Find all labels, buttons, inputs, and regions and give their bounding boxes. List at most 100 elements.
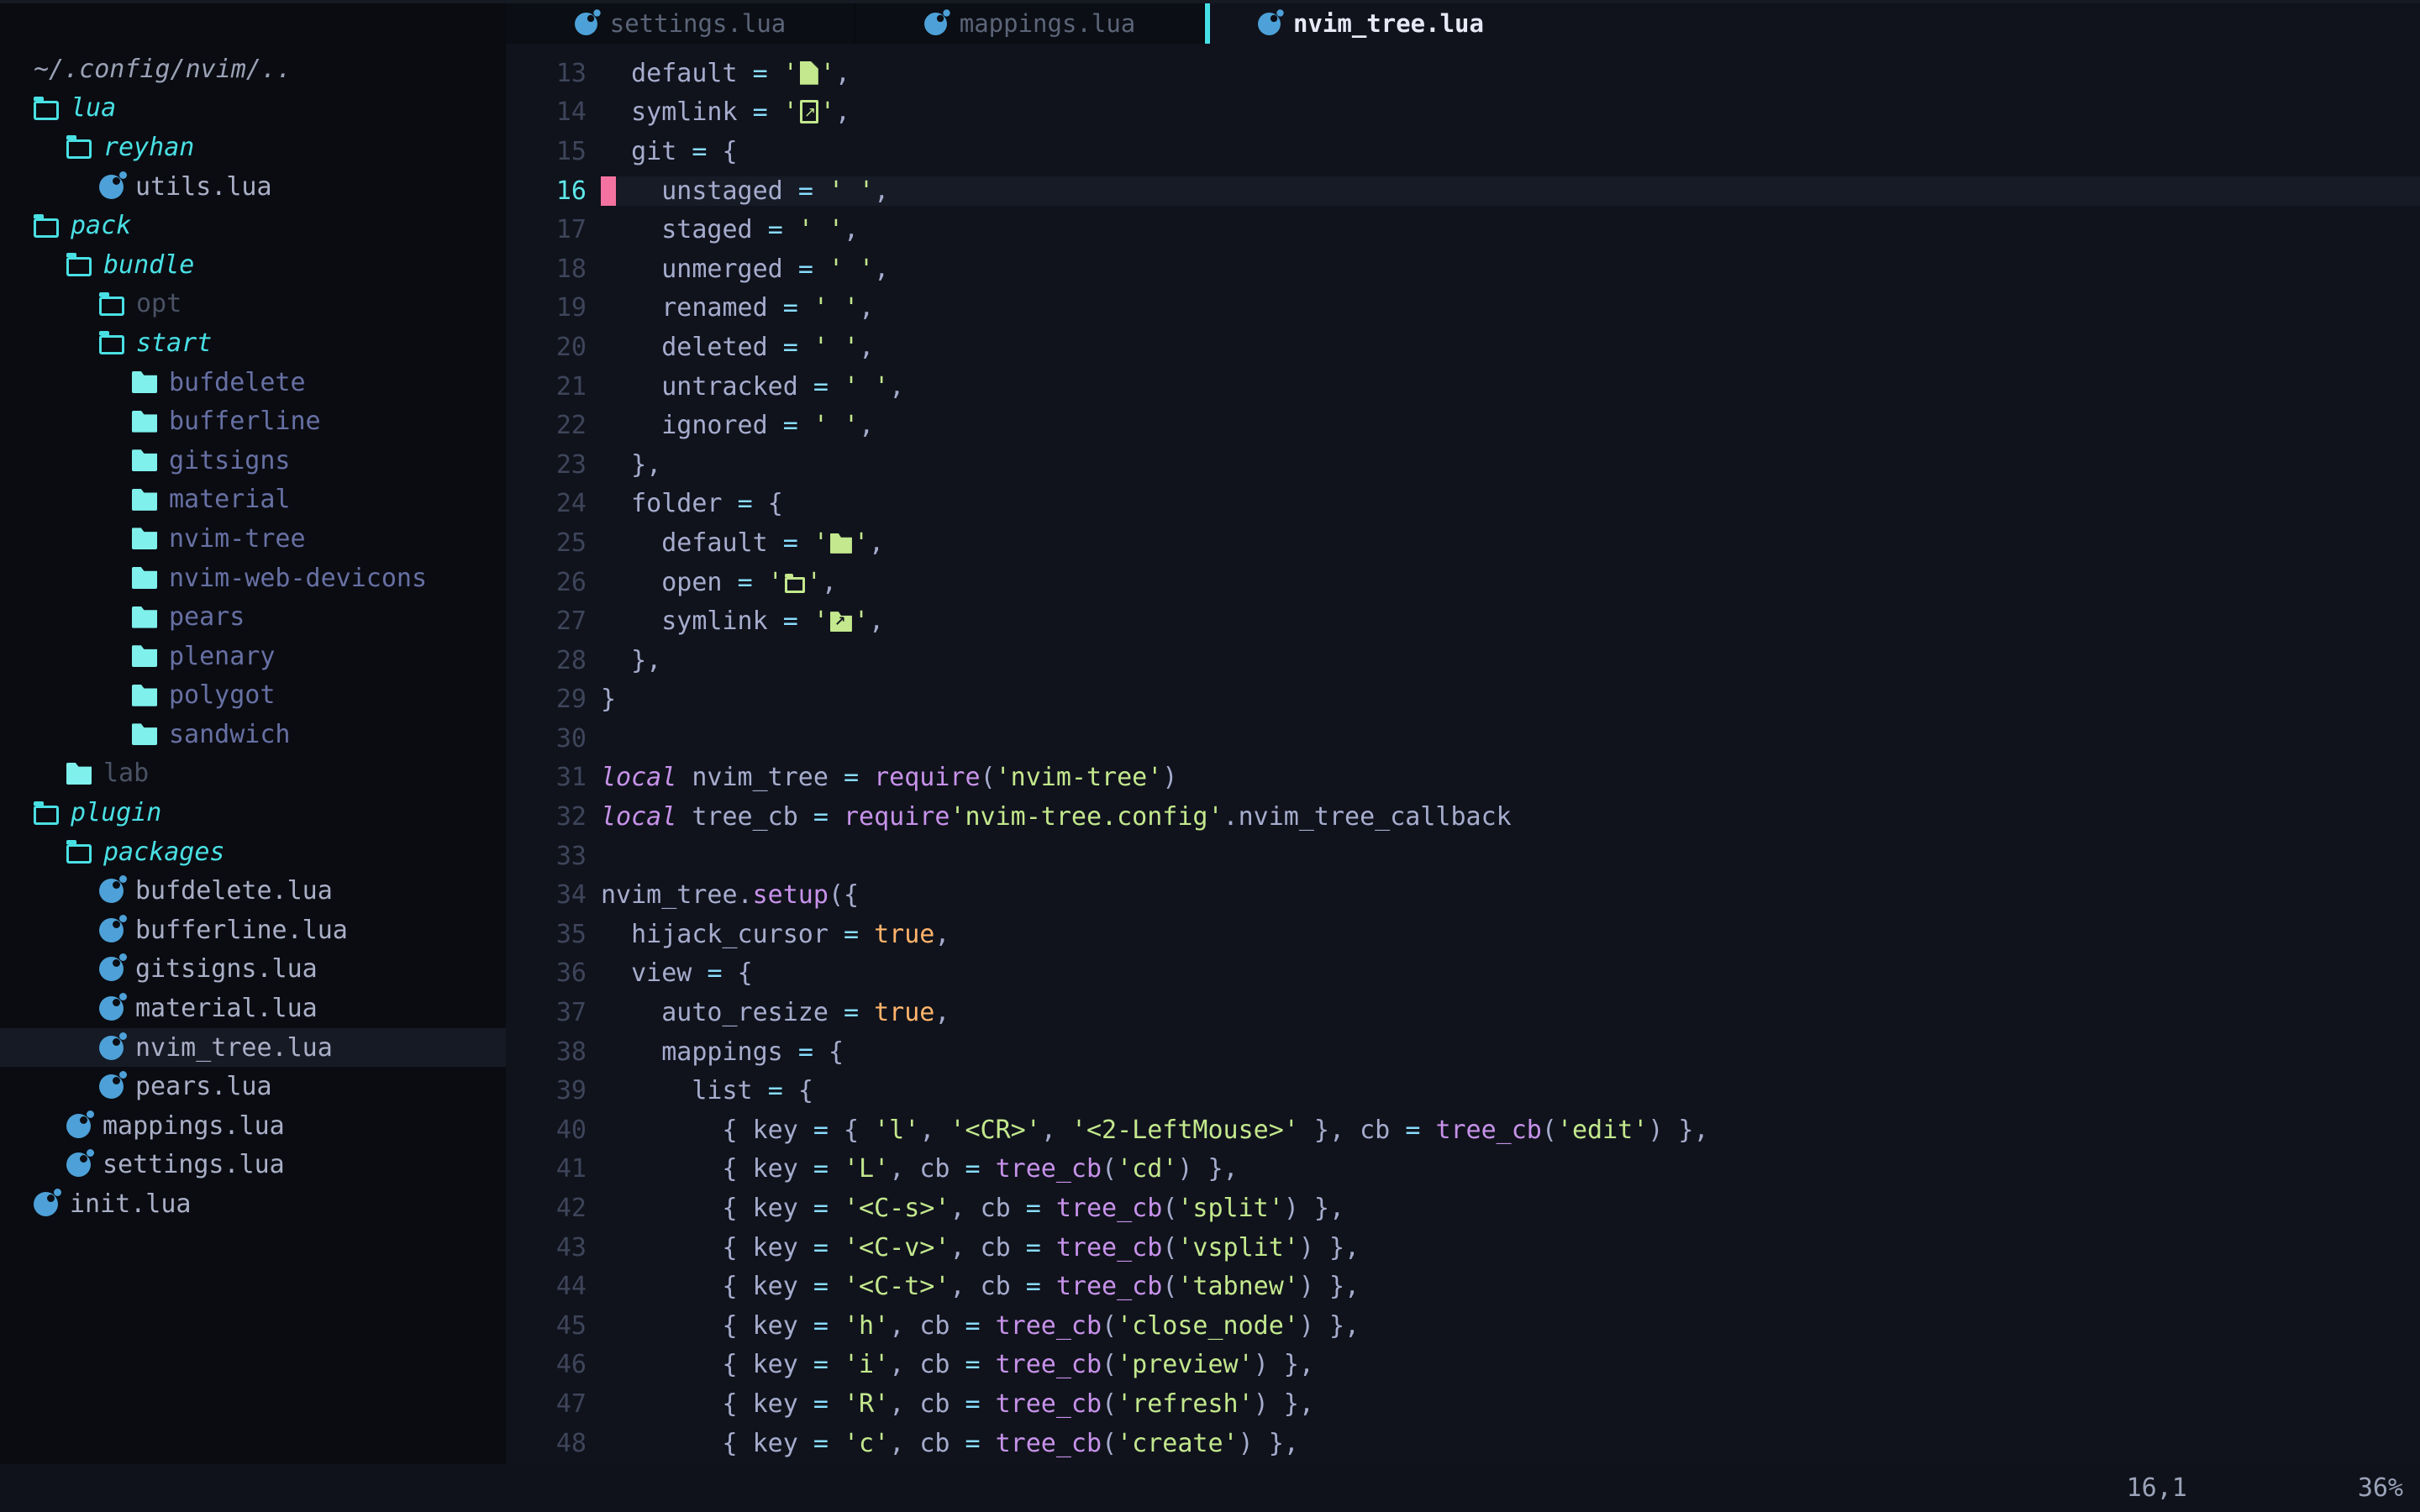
code-line[interactable]: 31local nvim_tree = require('nvim-tree') bbox=[506, 759, 2420, 798]
tree-item[interactable]: reyhan bbox=[0, 128, 506, 167]
code-line[interactable]: 41 { key = 'L', cb = tree_cb('cd') }, bbox=[506, 1150, 2420, 1189]
code-token: , bbox=[874, 255, 889, 284]
code-line[interactable]: 27 symlink = '', bbox=[506, 601, 2420, 641]
tree-item[interactable]: packages bbox=[0, 832, 506, 872]
code-line[interactable]: 42 { key = '<C-s>', cb = tree_cb('split'… bbox=[506, 1189, 2420, 1228]
tree-root-path[interactable]: ~/.config/nvim/.. bbox=[0, 50, 506, 89]
line-number: 40 bbox=[506, 1116, 601, 1145]
code-token: tree_cb bbox=[1435, 1116, 1541, 1145]
code-line[interactable]: 48 { key = 'c', cb = tree_cb('create') }… bbox=[506, 1424, 2420, 1463]
code-token: , bbox=[889, 1429, 919, 1458]
tree-item[interactable]: pack bbox=[0, 206, 506, 245]
code-line[interactable]: 29} bbox=[506, 680, 2420, 720]
code-text: untracked = ' ', bbox=[601, 372, 2420, 402]
tree-item-label: gitsigns bbox=[169, 446, 291, 475]
code-line[interactable]: 39 list = { bbox=[506, 1071, 2420, 1110]
code-line[interactable]: 38 mappings = { bbox=[506, 1032, 2420, 1072]
tree-item-label: plugin bbox=[71, 798, 161, 827]
tree-item[interactable]: gitsigns.lua bbox=[0, 950, 506, 990]
code-line[interactable]: 46 { key = 'i', cb = tree_cb('preview') … bbox=[506, 1346, 2420, 1385]
tree-item[interactable]: nvim_tree.lua bbox=[0, 1028, 506, 1068]
code-line[interactable]: 15 git = { bbox=[506, 132, 2420, 171]
tree-item[interactable]: material bbox=[0, 480, 506, 520]
code-line[interactable]: 36 view = { bbox=[506, 954, 2420, 994]
code-line[interactable]: 35 hijack_cursor = true, bbox=[506, 915, 2420, 954]
tree-item-label: packages bbox=[103, 837, 225, 867]
tree-item[interactable]: plenary bbox=[0, 637, 506, 676]
code-line[interactable]: 24 folder = { bbox=[506, 485, 2420, 524]
tree-item[interactable]: plugin bbox=[0, 793, 506, 832]
tree-item[interactable]: pears bbox=[0, 597, 506, 637]
tree-item[interactable]: material.lua bbox=[0, 989, 506, 1028]
code-token: . bbox=[738, 880, 753, 910]
code-token: = bbox=[813, 1429, 844, 1458]
code-line[interactable]: 47 { key = 'R', cb = tree_cb('refresh') … bbox=[506, 1384, 2420, 1424]
line-number: 15 bbox=[506, 137, 601, 166]
lua-icon bbox=[99, 996, 124, 1021]
code-token: '<C-v>' bbox=[844, 1233, 950, 1263]
tree-item[interactable]: start bbox=[0, 323, 506, 363]
code-line[interactable]: 14 symlink = '', bbox=[506, 93, 2420, 133]
line-number: 43 bbox=[506, 1233, 601, 1263]
code-token: staged bbox=[601, 215, 768, 244]
code-line[interactable]: 26 open = '', bbox=[506, 563, 2420, 602]
code-token: { bbox=[829, 1037, 844, 1067]
code-token: ' ' bbox=[813, 293, 859, 323]
code-token: 'l' bbox=[874, 1116, 919, 1145]
line-number: 19 bbox=[506, 293, 601, 323]
code-line[interactable]: 28 }, bbox=[506, 641, 2420, 680]
code-line[interactable]: 23 }, bbox=[506, 445, 2420, 485]
editor-tab[interactable]: nvim_tree.lua bbox=[1205, 3, 1551, 44]
folder-closed-icon bbox=[132, 645, 157, 667]
code-line[interactable]: 45 { key = 'h', cb = tree_cb('close_node… bbox=[506, 1306, 2420, 1346]
code-line[interactable]: 40 { key = { 'l', '<CR>', '<2-LeftMouse>… bbox=[506, 1110, 2420, 1150]
tree-item[interactable]: nvim-tree bbox=[0, 519, 506, 559]
tree-item[interactable]: sandwich bbox=[0, 715, 506, 754]
code-line[interactable]: 30 bbox=[506, 719, 2420, 759]
code-line[interactable]: 34nvim_tree.setup({ bbox=[506, 875, 2420, 915]
tree-item[interactable]: polygot bbox=[0, 676, 506, 716]
code-line[interactable]: 43 { key = '<C-v>', cb = tree_cb('vsplit… bbox=[506, 1228, 2420, 1268]
tree-item[interactable]: settings.lua bbox=[0, 1146, 506, 1185]
code-line[interactable]: 32local tree_cb = require'nvim-tree.conf… bbox=[506, 797, 2420, 837]
code-line[interactable]: 22 ignored = ' ', bbox=[506, 406, 2420, 445]
code-token: ( bbox=[1542, 1116, 1557, 1145]
code-token: ( bbox=[1102, 1311, 1117, 1341]
code-token: ' bbox=[783, 97, 798, 127]
tree-item[interactable]: bufdelete bbox=[0, 363, 506, 402]
tree-item[interactable]: bufferline.lua bbox=[0, 911, 506, 950]
code-token: untracked bbox=[601, 372, 813, 402]
code-line[interactable]: 19 renamed = ' ', bbox=[506, 289, 2420, 328]
tree-item[interactable]: pears.lua bbox=[0, 1067, 506, 1106]
tree-item[interactable]: opt bbox=[0, 285, 506, 324]
line-number: 23 bbox=[506, 450, 601, 480]
code-token: unmerged bbox=[601, 255, 798, 284]
code-line[interactable]: 13 default = '', bbox=[506, 54, 2420, 93]
editor-tab[interactable]: mappings.lua bbox=[855, 3, 1205, 44]
code-line[interactable]: 33 bbox=[506, 837, 2420, 876]
tree-item[interactable]: init.lua bbox=[0, 1184, 506, 1224]
code-line[interactable]: 44 { key = '<C-t>', cb = tree_cb('tabnew… bbox=[506, 1267, 2420, 1306]
code-line[interactable]: 21 untracked = ' ', bbox=[506, 367, 2420, 407]
code-line[interactable]: 16 unstaged = ' ', bbox=[506, 171, 2420, 211]
editor-tab[interactable]: settings.lua bbox=[506, 3, 855, 44]
code-text: mappings = { bbox=[601, 1037, 2420, 1067]
folder-closed-icon bbox=[66, 763, 92, 785]
tree-item[interactable]: gitsigns bbox=[0, 441, 506, 480]
tree-item[interactable]: bufdelete.lua bbox=[0, 871, 506, 911]
tree-item[interactable]: mappings.lua bbox=[0, 1106, 506, 1146]
tree-item[interactable]: bufferline bbox=[0, 402, 506, 441]
code-line[interactable]: 18 unmerged = ' ', bbox=[506, 249, 2420, 289]
tree-item[interactable]: lua bbox=[0, 89, 506, 129]
tree-item[interactable]: nvim-web-devicons bbox=[0, 559, 506, 598]
line-number: 39 bbox=[506, 1076, 601, 1105]
tree-item[interactable]: lab bbox=[0, 754, 506, 794]
code-line[interactable]: 25 default = '', bbox=[506, 523, 2420, 563]
code-token: symlink bbox=[601, 606, 783, 636]
tree-item[interactable]: utils.lua bbox=[0, 167, 506, 207]
tree-item[interactable]: bundle bbox=[0, 245, 506, 285]
code-line[interactable]: 17 staged = ' ', bbox=[506, 210, 2420, 249]
code-line[interactable]: 20 deleted = ' ', bbox=[506, 328, 2420, 367]
code-token: ) }, bbox=[1299, 1233, 1360, 1263]
code-line[interactable]: 37 auto_resize = true, bbox=[506, 993, 2420, 1032]
